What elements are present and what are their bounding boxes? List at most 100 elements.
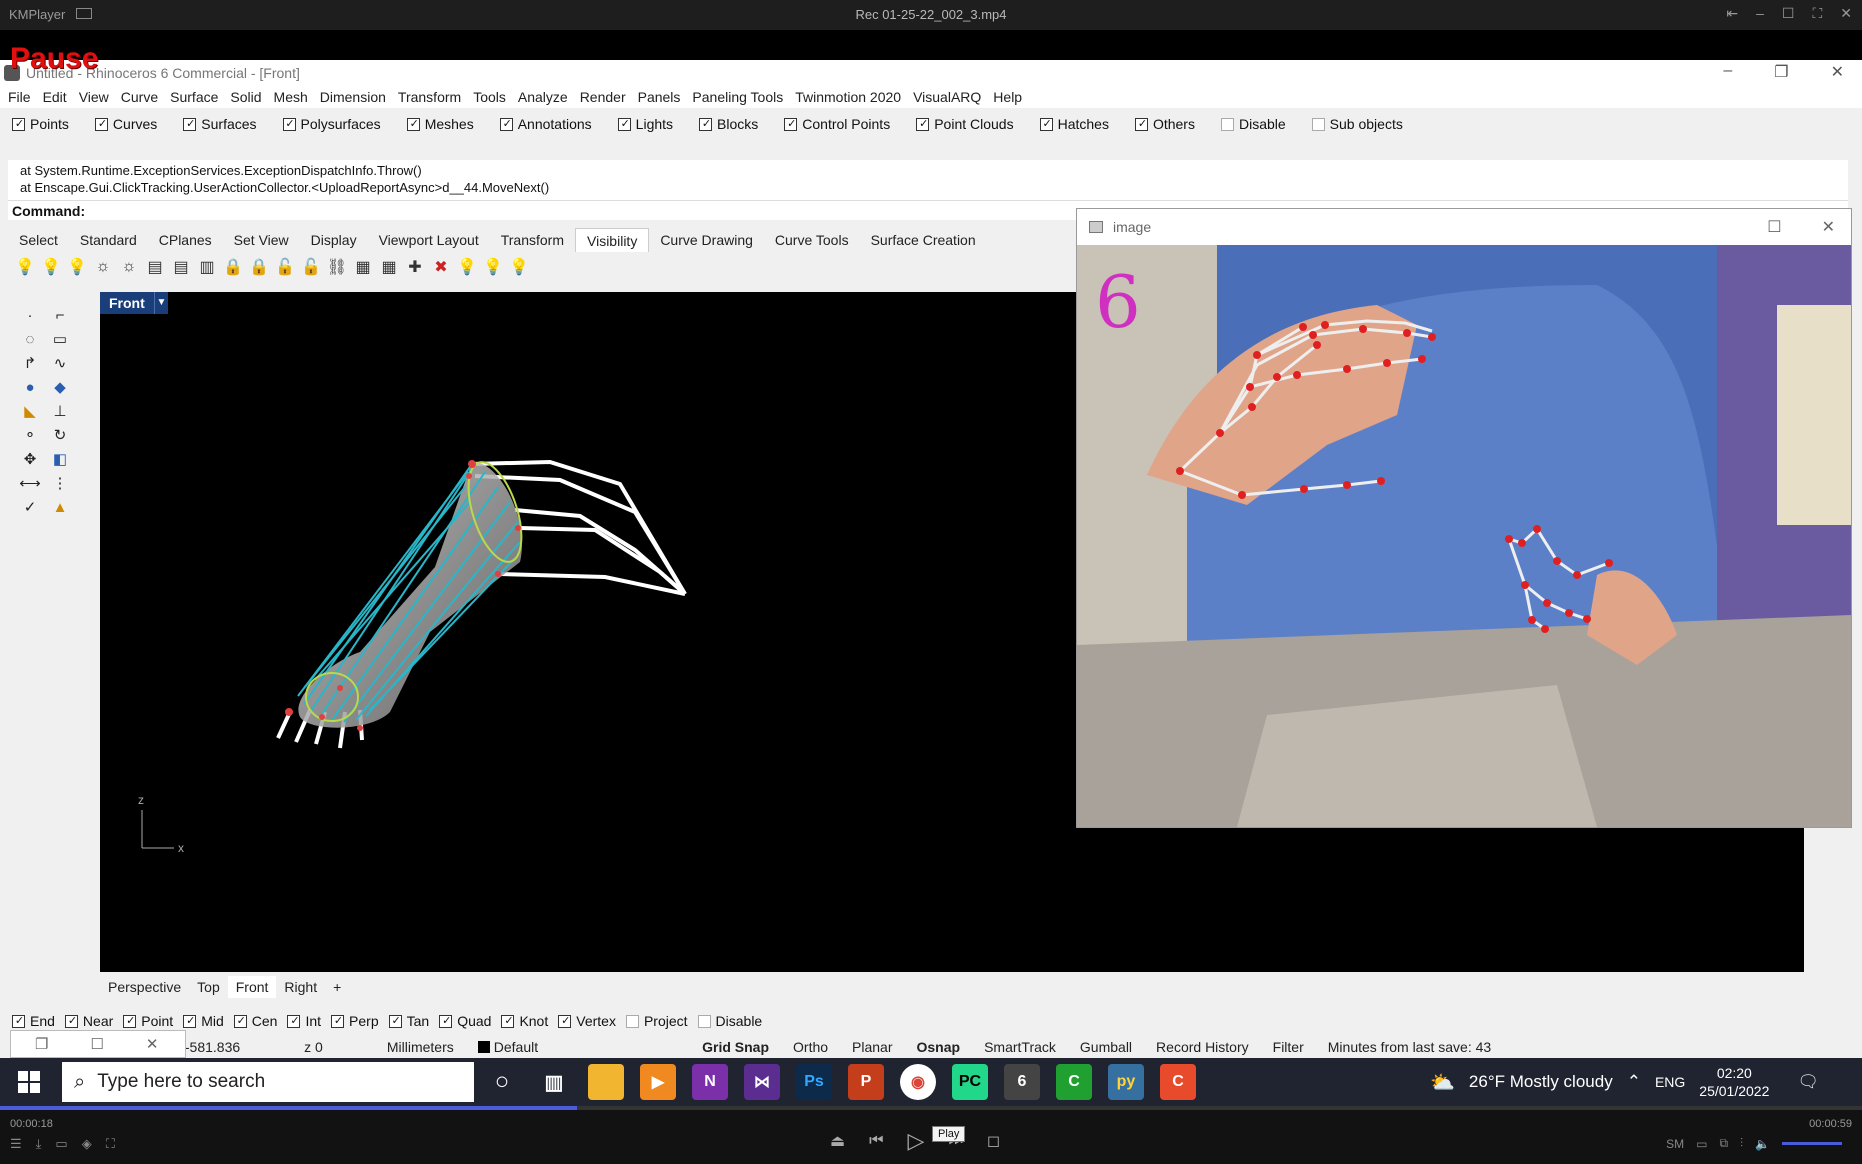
media-icon[interactable]: ▶ (640, 1064, 676, 1100)
menu-panels[interactable]: Panels (638, 86, 689, 108)
eject-icon[interactable]: ⏏ (830, 1131, 845, 1151)
menu-solid[interactable]: Solid (230, 86, 269, 108)
camtasia-icon[interactable]: C (1056, 1064, 1092, 1100)
filter-lights[interactable]: Lights (617, 116, 673, 132)
3d-icon[interactable]: ◈ (82, 1136, 92, 1152)
lock-swap-icon[interactable]: 🔒 (248, 256, 270, 278)
view-tab-perspective[interactable]: Perspective (100, 976, 189, 998)
extrude-icon[interactable]: ◣ (18, 401, 42, 421)
view-tab-top[interactable]: Top (189, 976, 228, 998)
add-view-tab-icon[interactable]: + (325, 976, 349, 998)
previous-icon[interactable]: ⏮ (869, 1132, 883, 1150)
pin-icon[interactable]: ⇤ (1726, 5, 1738, 22)
menu-render[interactable]: Render (580, 86, 634, 108)
close-icon[interactable]: ✕ (1831, 62, 1844, 82)
osnap-perp[interactable]: Perp (331, 1013, 379, 1029)
surface-icon[interactable]: ◆ (48, 377, 72, 397)
chrome-icon[interactable]: ◉ (900, 1064, 936, 1100)
maximize-icon[interactable]: ☐ (90, 1035, 103, 1053)
menu-edit[interactable]: Edit (43, 86, 75, 108)
restore-icon[interactable]: ❐ (35, 1035, 48, 1053)
checkbox-icon[interactable] (625, 1014, 639, 1028)
python-icon[interactable]: py (1108, 1064, 1144, 1100)
curve-icon[interactable]: ∿ (48, 353, 72, 373)
osnap-knot[interactable]: Knot (501, 1013, 548, 1029)
analyze-icon[interactable]: ✓ (18, 497, 42, 517)
close-icon[interactable]: ✕ (1822, 217, 1835, 237)
subtitle-icon[interactable]: ▭ (55, 1136, 67, 1152)
rotate-icon[interactable]: ↻ (48, 425, 72, 445)
tab-select[interactable]: Select (8, 228, 69, 252)
scale-icon[interactable]: ◧ (48, 449, 72, 469)
menu-tools[interactable]: Tools (473, 86, 514, 108)
menu-dimension[interactable]: Dimension (320, 86, 394, 108)
visual-studio-icon[interactable]: ⋈ (744, 1064, 780, 1100)
capture-icon[interactable]: ⤓ (36, 1136, 42, 1152)
planar-toggle[interactable]: Planar (840, 1036, 904, 1058)
powerpoint-icon[interactable]: P (848, 1064, 884, 1100)
seek-bar[interactable] (0, 1106, 1862, 1110)
layer-hide-icon[interactable]: ▥ (196, 256, 218, 278)
osnap-tan[interactable]: Tan (388, 1013, 429, 1029)
checkbox-icon[interactable] (1311, 117, 1325, 131)
tab-curve-drawing[interactable]: Curve Drawing (649, 228, 764, 252)
tab-surface-creation[interactable]: Surface Creation (860, 228, 987, 252)
filter-hatches[interactable]: Hatches (1039, 116, 1109, 132)
tab-viewport-layout[interactable]: Viewport Layout (368, 228, 490, 252)
filter-point-clouds[interactable]: Point Clouds (916, 116, 1014, 132)
checkbox-icon[interactable] (784, 117, 798, 131)
checkbox-icon[interactable] (331, 1014, 345, 1028)
rhino-icon[interactable]: 6 (1004, 1064, 1040, 1100)
show-in-detail-icon[interactable]: ▤ (170, 256, 192, 278)
checkbox-icon[interactable] (282, 117, 297, 131)
mesh-icon[interactable]: ⚬ (18, 425, 42, 445)
checkbox-icon[interactable] (94, 117, 109, 131)
units[interactable]: Millimeters (375, 1036, 466, 1058)
filter-curves[interactable]: Curves (94, 116, 157, 132)
menu-visualarq[interactable]: VisualARQ (913, 86, 989, 108)
checkbox-icon[interactable] (183, 117, 197, 131)
screen-icon[interactable]: ▭ (1696, 1137, 1707, 1151)
dimension-icon[interactable]: ⟷ (18, 473, 42, 493)
restore-icon[interactable]: ❐ (1774, 62, 1788, 82)
menu-curve[interactable]: Curve (121, 86, 166, 108)
weather-icon[interactable]: ⛅ (1430, 1070, 1455, 1095)
checkbox-icon[interactable] (12, 1014, 26, 1028)
checkbox-icon[interactable] (123, 1014, 137, 1028)
minimize-icon[interactable]: – (1723, 62, 1732, 82)
fullscreen-icon[interactable]: ⛶ (1812, 5, 1822, 22)
checkbox-icon[interactable] (1220, 117, 1234, 131)
checkbox-icon[interactable] (183, 1014, 197, 1028)
start-button[interactable] (0, 1058, 58, 1106)
tab-display[interactable]: Display (300, 228, 368, 252)
filter-blocks[interactable]: Blocks (699, 116, 758, 132)
checkbox-icon[interactable] (697, 1014, 711, 1028)
menu-help[interactable]: Help (993, 86, 1030, 108)
filter-control-points[interactable]: Control Points (784, 116, 890, 132)
osnap-cen[interactable]: Cen (233, 1013, 277, 1029)
checkbox-icon[interactable] (64, 1014, 79, 1028)
hide-in-detail-icon[interactable]: ▤ (144, 256, 166, 278)
delete-hidden-icon[interactable]: ✖ (430, 256, 452, 278)
osnap-project[interactable]: Project (625, 1013, 688, 1029)
tab-transform[interactable]: Transform (490, 228, 575, 252)
checkbox-icon[interactable] (558, 1014, 572, 1028)
chevron-up-icon[interactable]: ⌃ (1627, 1072, 1641, 1092)
menu-file[interactable]: File (8, 86, 39, 108)
view-tab-right[interactable]: Right (276, 976, 325, 998)
close-icon[interactable]: ✕ (146, 1035, 159, 1053)
tab-set-view[interactable]: Set View (223, 228, 300, 252)
menu-paneling-tools[interactable]: Paneling Tools (692, 86, 791, 108)
bulb-group3-icon[interactable]: 💡 (508, 256, 530, 278)
fillet-icon[interactable]: ↱ (18, 353, 42, 373)
tab-visibility[interactable]: Visibility (575, 228, 650, 252)
osnap-end[interactable]: End (12, 1013, 55, 1029)
fit-icon[interactable]: ⧉ (1719, 1136, 1728, 1151)
tab-cplanes[interactable]: CPlanes (148, 228, 223, 252)
file-explorer-icon[interactable] (588, 1064, 624, 1100)
record-history-toggle[interactable]: Record History (1144, 1036, 1261, 1058)
screenshot-icon[interactable]: ⛶ (106, 1136, 115, 1152)
swap-hidden-icon[interactable]: ☼ (118, 256, 140, 278)
equalizer-icon[interactable]: ⫶ (1740, 1136, 1743, 1151)
taskbar-search-box[interactable]: ⌕ Type here to search (62, 1062, 474, 1102)
